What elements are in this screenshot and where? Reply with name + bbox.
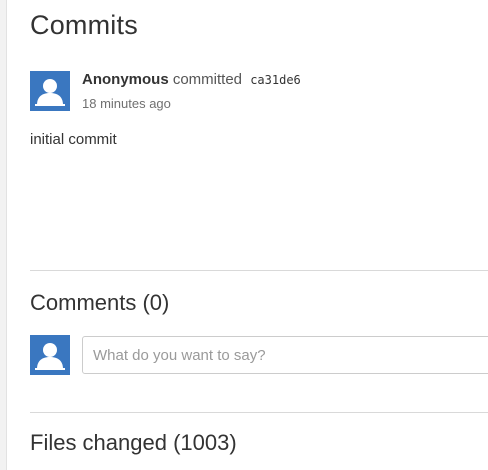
- user-silhouette-icon: [35, 340, 65, 370]
- user-silhouette-icon: [35, 76, 65, 106]
- left-edge-border: [0, 0, 7, 470]
- main-content: Commits Anonymous committed ca31de6 18 m…: [30, 0, 488, 470]
- current-user-avatar: [30, 335, 70, 375]
- commit-message: initial commit: [30, 131, 117, 148]
- commits-heading: Commits: [30, 10, 138, 40]
- commit-action-text: committed: [172, 71, 243, 88]
- commit-author-avatar[interactable]: [30, 71, 70, 111]
- commit-timestamp: 18 minutes ago: [82, 96, 171, 111]
- commit-summary: Anonymous committed ca31de6: [82, 71, 301, 88]
- files-changed-heading: Files changed (1003): [30, 430, 237, 455]
- commit-sha[interactable]: ca31de6: [250, 73, 301, 87]
- comments-heading: Comments (0): [30, 290, 170, 315]
- section-divider: [30, 412, 488, 413]
- commit-author[interactable]: Anonymous: [82, 71, 169, 88]
- commit-detail-page: Commits Anonymous committed ca31de6 18 m…: [0, 0, 488, 470]
- section-divider: [30, 270, 488, 271]
- comment-input[interactable]: [82, 336, 488, 374]
